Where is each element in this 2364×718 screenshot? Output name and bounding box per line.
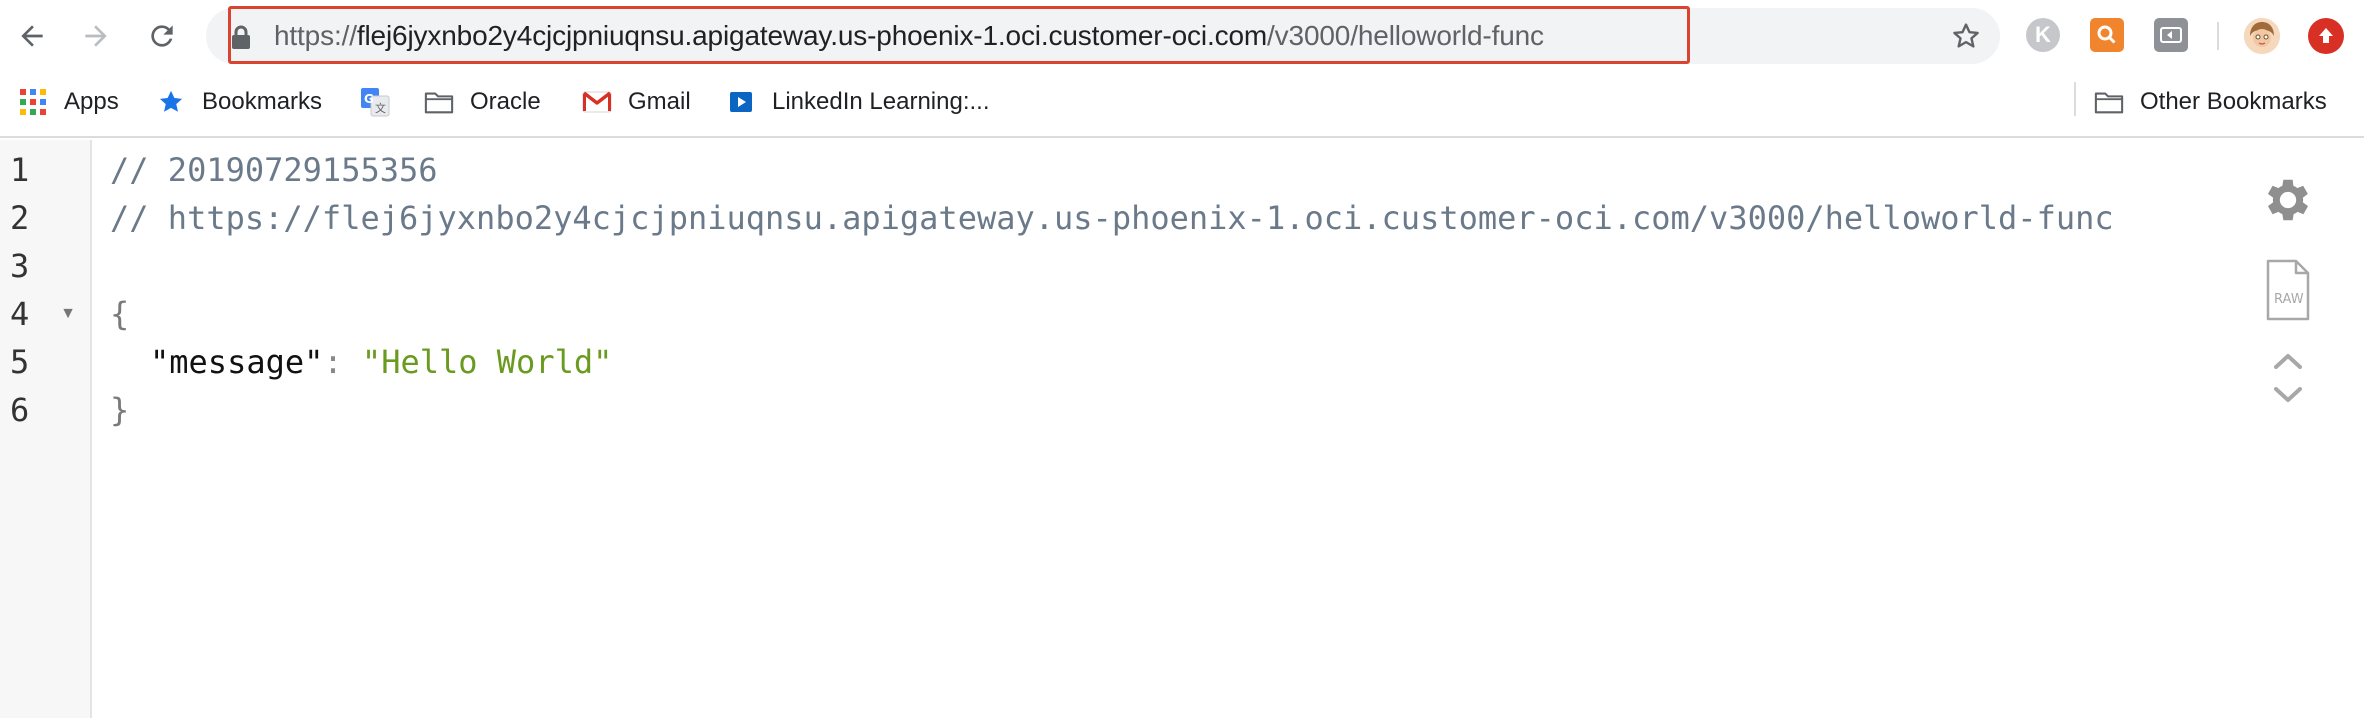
folder-icon — [2094, 87, 2124, 117]
comment-timestamp: // 20190729155356 — [110, 151, 438, 189]
json-open-brace: { — [110, 295, 130, 333]
bookmark-label: Apps — [64, 88, 119, 115]
extension-search-icon[interactable] — [2090, 18, 2124, 52]
linkedin-learning-icon — [726, 87, 756, 117]
reload-button[interactable] — [140, 14, 184, 58]
line-number-gutter: 1 2 3 4 ▼ 5 6 — [0, 140, 92, 718]
line-number: 6 — [10, 391, 30, 429]
arrow-up-icon — [2319, 28, 2333, 43]
bookmark-label: LinkedIn Learning:... — [772, 88, 990, 115]
gmail-icon — [582, 87, 612, 117]
fold-toggle-icon[interactable]: ▼ — [60, 290, 76, 338]
expand-all-button[interactable] — [2258, 380, 2318, 410]
bookmark-label: Oracle — [470, 88, 541, 115]
json-entry: "message": "Hello World" — [150, 338, 612, 386]
bookmark-oracle[interactable]: Oracle — [424, 82, 541, 122]
bookmark-label: Bookmarks — [202, 88, 323, 115]
extension-picture-in-picture-icon[interactable] — [2154, 18, 2188, 52]
settings-button[interactable] — [2258, 170, 2318, 230]
lock-icon[interactable] — [230, 25, 252, 49]
json-value: "Hello World" — [361, 343, 613, 381]
folder-icon — [424, 87, 454, 117]
bookmark-bookmarks[interactable]: Bookmarks — [156, 82, 322, 122]
raw-file-icon: RAW — [2266, 259, 2310, 321]
extension-k-letter: K — [2035, 22, 2051, 47]
line-number: 4 — [10, 295, 30, 333]
pip-icon — [2160, 27, 2182, 43]
forward-arrow-icon — [85, 25, 107, 47]
url-host: flej6jyxnbo2y4cjcjpniuqnsu.apigateway.us… — [356, 20, 1268, 51]
bookmarks-bar: Apps Bookmarks G 文 Oracle Gmail LinkedIn… — [0, 72, 2364, 138]
chevron-up-icon — [2274, 354, 2302, 369]
svg-text:G: G — [364, 92, 374, 106]
browser-toolbar: https://flej6jyxnbo2y4cjcjpniuqnsu.apiga… — [0, 0, 2364, 72]
chrome-update-icon[interactable] — [2308, 18, 2344, 54]
bookmark-star-icon[interactable] — [1950, 20, 1982, 52]
avatar-face-icon — [2244, 18, 2280, 54]
json-colon: : — [323, 343, 362, 381]
magnifier-icon — [2097, 25, 2116, 44]
collapse-all-button[interactable] — [2258, 346, 2318, 376]
bookmarks-divider — [2074, 82, 2076, 116]
extension-k-icon[interactable]: K — [2026, 18, 2060, 52]
line-number: 3 — [10, 247, 30, 285]
forward-button[interactable] — [74, 14, 118, 58]
bookmark-label: Gmail — [628, 88, 691, 115]
svg-text:RAW: RAW — [2274, 292, 2304, 307]
url-scheme: https:// — [274, 20, 357, 51]
svg-text:文: 文 — [375, 101, 386, 115]
google-translate-icon: G 文 — [360, 87, 390, 117]
json-close-brace: } — [110, 391, 130, 429]
comment-url: // https://flej6jyxnbo2y4cjcjpniuqnsu.ap… — [110, 199, 2114, 237]
bookmark-apps[interactable]: Apps — [18, 82, 119, 122]
line-number: 2 — [10, 199, 30, 237]
address-bar[interactable]: https://flej6jyxnbo2y4cjcjpniuqnsu.apiga… — [206, 6, 2000, 64]
json-viewer: 1 2 3 4 ▼ 5 6 // 20190729155356 // https… — [0, 140, 2364, 718]
bookmark-gmail[interactable]: Gmail — [582, 82, 691, 122]
line-number: 5 — [10, 343, 30, 381]
url-text[interactable]: https://flej6jyxnbo2y4cjcjpniuqnsu.apiga… — [274, 19, 1544, 53]
viewer-side-tools: RAW — [2258, 170, 2318, 470]
reload-icon — [151, 25, 173, 47]
toolbar-divider — [2217, 22, 2219, 50]
star-icon — [156, 87, 186, 117]
apps-grid-icon — [18, 87, 48, 117]
bookmark-other-bookmarks[interactable]: Other Bookmarks — [2094, 82, 2327, 122]
back-button[interactable] — [10, 14, 54, 58]
url-path: /v3000/helloworld-func — [1267, 20, 1544, 51]
back-arrow-icon — [21, 25, 43, 47]
chevron-down-icon — [2274, 387, 2302, 402]
bookmark-label: Other Bookmarks — [2140, 88, 2327, 115]
raw-view-button[interactable]: RAW — [2258, 254, 2318, 326]
profile-avatar[interactable] — [2244, 18, 2280, 54]
line-number: 1 — [10, 151, 30, 189]
json-key: "message" — [150, 343, 324, 381]
gear-icon — [2267, 179, 2309, 221]
bookmark-google-translate[interactable]: G 文 — [360, 82, 390, 122]
bookmark-linkedin-learning[interactable]: LinkedIn Learning:... — [726, 82, 990, 122]
